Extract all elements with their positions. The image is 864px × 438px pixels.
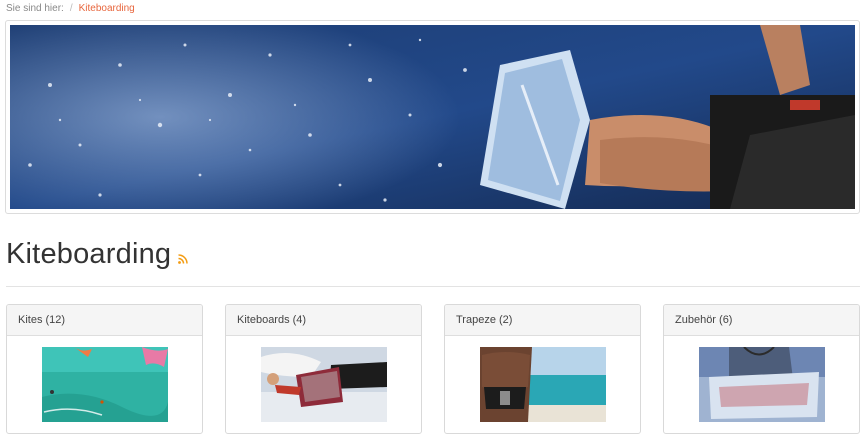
rss-icon[interactable] xyxy=(178,254,188,264)
trapeze-image[interactable] xyxy=(480,347,606,422)
category-title-kiteboards[interactable]: Kiteboards (4) xyxy=(226,305,421,336)
page-title: Kiteboarding xyxy=(6,238,188,271)
kiteboards-image[interactable] xyxy=(261,347,387,422)
category-title-zubehoer[interactable]: Zubehör (6) xyxy=(664,305,859,336)
divider xyxy=(6,286,860,287)
breadcrumb-prefix: Sie sind hier: xyxy=(6,3,64,14)
category-title-kites[interactable]: Kites (12) xyxy=(7,305,202,336)
hero-image xyxy=(10,25,855,209)
breadcrumb: Sie sind hier: / Kiteboarding xyxy=(6,3,135,14)
category-card-zubehoer[interactable]: Zubehör (6) xyxy=(663,304,860,434)
hero-banner xyxy=(5,20,860,214)
kites-image[interactable] xyxy=(42,347,168,422)
breadcrumb-current-link[interactable]: Kiteboarding xyxy=(79,3,135,14)
category-title-trapeze[interactable]: Trapeze (2) xyxy=(445,305,640,336)
zubehoer-image[interactable] xyxy=(699,347,825,422)
category-card-kites[interactable]: Kites (12) xyxy=(6,304,203,434)
page-title-text: Kiteboarding xyxy=(6,238,172,270)
category-card-kiteboards[interactable]: Kiteboards (4) xyxy=(225,304,422,434)
category-card-trapeze[interactable]: Trapeze (2) xyxy=(444,304,641,434)
breadcrumb-separator: / xyxy=(69,3,73,14)
